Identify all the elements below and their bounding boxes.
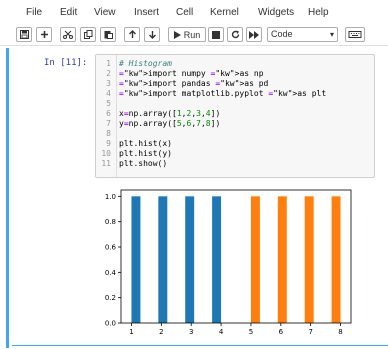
menu-help[interactable]: Help bbox=[308, 7, 329, 18]
stop-icon bbox=[212, 30, 220, 39]
save-button[interactable] bbox=[16, 27, 32, 42]
x-tick-label: 3 bbox=[189, 328, 193, 336]
code-line: 1 # Histogram bbox=[96, 59, 376, 69]
line-number: 6 bbox=[106, 109, 111, 118]
x-tick-label: 2 bbox=[159, 328, 163, 336]
line-number: 7 bbox=[106, 119, 111, 128]
x-tick-label: 7 bbox=[308, 328, 312, 336]
interrupt-button[interactable] bbox=[208, 27, 224, 42]
up-arrow-icon bbox=[128, 30, 136, 38]
line-number: 8 bbox=[106, 129, 111, 138]
menu-file[interactable]: File bbox=[26, 7, 42, 18]
code-text: x=np.array([1,2,3,4]) bbox=[119, 109, 221, 118]
menu-widgets[interactable]: Widgets bbox=[258, 7, 294, 18]
code-line: 10 plt.hist(y) bbox=[96, 149, 376, 159]
code-text: plt.hist(y) bbox=[119, 149, 172, 158]
move-down-button[interactable] bbox=[144, 27, 160, 42]
keyboard-icon bbox=[348, 31, 362, 38]
menu-view[interactable]: View bbox=[94, 7, 116, 18]
chevron-down-icon: ▾ bbox=[329, 30, 334, 39]
code-line: 6 x=np.array([1,2,3,4]) bbox=[96, 109, 376, 119]
fast-forward-icon bbox=[249, 30, 259, 39]
plus-icon bbox=[40, 31, 48, 38]
line-number: 9 bbox=[106, 139, 111, 148]
line-number: 2 bbox=[106, 69, 111, 78]
cut-icon bbox=[63, 30, 73, 39]
move-up-button[interactable] bbox=[124, 27, 140, 42]
code-line: 5 bbox=[96, 99, 376, 109]
plot-frame bbox=[120, 189, 352, 324]
cell-output: 0.0 0.2 0.4 0.6 0.8 1.0 1 2 3 4 5 6 7 8 bbox=[95, 184, 357, 340]
restart-icon bbox=[231, 30, 239, 39]
input-prompt: In [11]: bbox=[44, 58, 88, 68]
code-line: 7 y=np.array([5,6,7,8]) bbox=[96, 119, 376, 129]
code-text: y=np.array([5,6,7,8]) bbox=[119, 119, 221, 128]
run-button[interactable]: Run bbox=[168, 27, 206, 42]
code-text: ="kw">import numpy ="kw">as np bbox=[119, 69, 264, 78]
line-number: 10 bbox=[101, 149, 111, 158]
code-line: 3 ="kw">import pandas ="kw">as pd bbox=[96, 79, 376, 89]
y-tick-label: 0.0 bbox=[105, 320, 116, 328]
menu-edit[interactable]: Edit bbox=[60, 7, 77, 18]
scroll-indicator bbox=[12, 345, 388, 346]
restart-run-all-button[interactable] bbox=[246, 27, 262, 42]
paste-icon bbox=[104, 31, 113, 39]
menu-insert[interactable]: Insert bbox=[134, 7, 159, 18]
code-text: plt.show() bbox=[119, 159, 168, 168]
code-text: ="kw">import pandas ="kw">as pd bbox=[119, 79, 269, 88]
histogram-bar bbox=[250, 196, 260, 323]
histogram-bar bbox=[185, 196, 195, 323]
line-number: 1 bbox=[106, 59, 111, 68]
code-editor[interactable]: 1 # Histogram 2 ="kw">import numpy ="kw">a… bbox=[95, 54, 375, 178]
code-line: 9 plt.hist(x) bbox=[96, 139, 376, 149]
menu-bar: File Edit View Insert Cell Kernel Widget… bbox=[0, 0, 388, 26]
histogram-bar bbox=[212, 196, 222, 323]
copy-icon bbox=[83, 30, 92, 39]
run-label: Run bbox=[183, 29, 201, 40]
code-line: 8 bbox=[96, 129, 376, 139]
histogram-bar bbox=[304, 196, 314, 323]
histogram-bar bbox=[158, 196, 168, 323]
code-line: 4 ="kw">import matplotlib.pyplot ="kw">as… bbox=[96, 89, 376, 99]
code-line: 2 ="kw">import numpy ="kw">as np bbox=[96, 69, 376, 79]
code-text: ="kw">import matplotlib.pyplot ="kw">as … bbox=[119, 89, 327, 98]
line-number: 11 bbox=[101, 159, 111, 168]
line-number: 4 bbox=[106, 89, 111, 98]
histogram-bar bbox=[331, 196, 341, 323]
toolbar: Run Code ▾ bbox=[0, 26, 388, 46]
line-number: 5 bbox=[106, 99, 111, 108]
histogram-bar bbox=[277, 196, 287, 323]
x-tick-label: 6 bbox=[279, 328, 284, 336]
y-tick-label: 0.4 bbox=[105, 269, 117, 277]
y-tick-label: 0.2 bbox=[105, 294, 116, 302]
y-tick-label: 0.6 bbox=[105, 244, 117, 252]
run-icon bbox=[173, 30, 181, 39]
menu-kernel[interactable]: Kernel bbox=[210, 7, 239, 18]
x-tick-label: 1 bbox=[129, 328, 133, 336]
paste-button[interactable] bbox=[100, 27, 116, 42]
cut-button[interactable] bbox=[60, 27, 76, 42]
code-text: plt.hist(x) bbox=[119, 139, 172, 148]
x-tick-label: 4 bbox=[219, 328, 224, 336]
insert-cell-button[interactable] bbox=[36, 27, 52, 42]
code-line: 11 plt.show() bbox=[96, 159, 376, 169]
y-tick-label: 1.0 bbox=[105, 193, 116, 201]
copy-button[interactable] bbox=[80, 27, 96, 42]
down-arrow-icon bbox=[148, 31, 156, 39]
histogram-bar bbox=[131, 196, 141, 323]
save-icon bbox=[19, 30, 29, 39]
histogram-chart: 0.0 0.2 0.4 0.6 0.8 1.0 1 2 3 4 5 6 7 8 bbox=[105, 189, 352, 336]
x-tick-label: 8 bbox=[338, 328, 342, 336]
code-text: # Histogram bbox=[119, 59, 172, 68]
restart-button[interactable] bbox=[227, 27, 243, 42]
menu-cell[interactable]: Cell bbox=[176, 7, 193, 18]
x-tick-label: 5 bbox=[249, 328, 253, 336]
cell-type-select[interactable]: Code ▾ bbox=[267, 27, 338, 42]
line-number: 3 bbox=[106, 79, 111, 88]
y-tick-label: 0.8 bbox=[105, 218, 116, 226]
cell-type-value: Code bbox=[271, 29, 293, 39]
command-palette-button[interactable] bbox=[345, 27, 365, 42]
